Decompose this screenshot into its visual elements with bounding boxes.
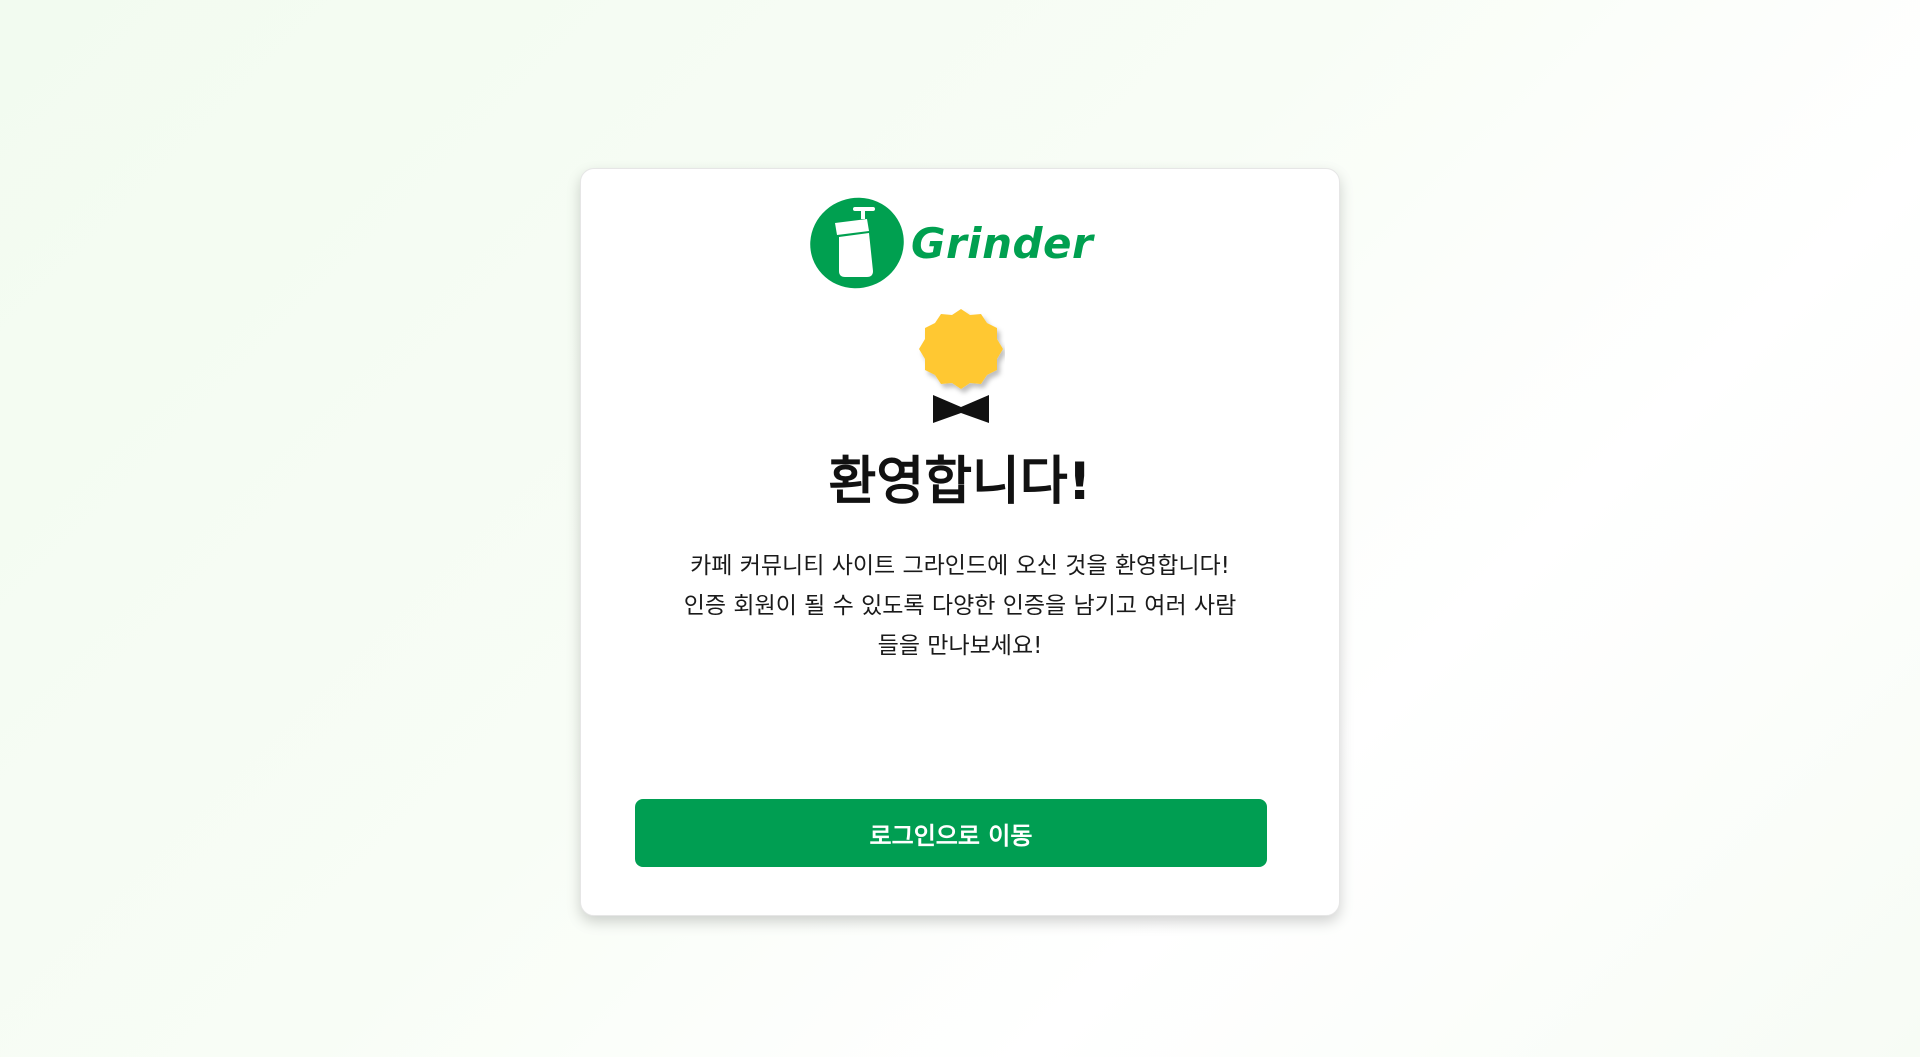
message-line: 들을 만나보세요! xyxy=(877,633,1043,659)
message-line: 인증 회원이 될 수 있도록 다양한 인증을 남기고 여러 사람 xyxy=(683,593,1237,619)
coffee-grinder-icon xyxy=(810,197,904,289)
message-line: 카페 커뮤니티 사이트 그라인드에 오신 것을 환영합니다! xyxy=(690,553,1230,579)
go-to-login-button[interactable]: 로그인으로 이동 xyxy=(635,799,1267,867)
brand-logo: Grinder xyxy=(809,195,1093,291)
welcome-message: 카페 커뮤니티 사이트 그라인드에 오신 것을 환영합니다! 인증 회원이 될 … xyxy=(671,546,1249,666)
page-title: 환영합니다! xyxy=(828,452,1092,512)
welcome-card: Grinder 환영합니다! 카페 커뮤니티 사이트 그라인드에 오신 것을 환… xyxy=(580,168,1340,916)
brand-name: Grinder xyxy=(911,218,1094,268)
award-badge-icon xyxy=(919,309,1003,423)
